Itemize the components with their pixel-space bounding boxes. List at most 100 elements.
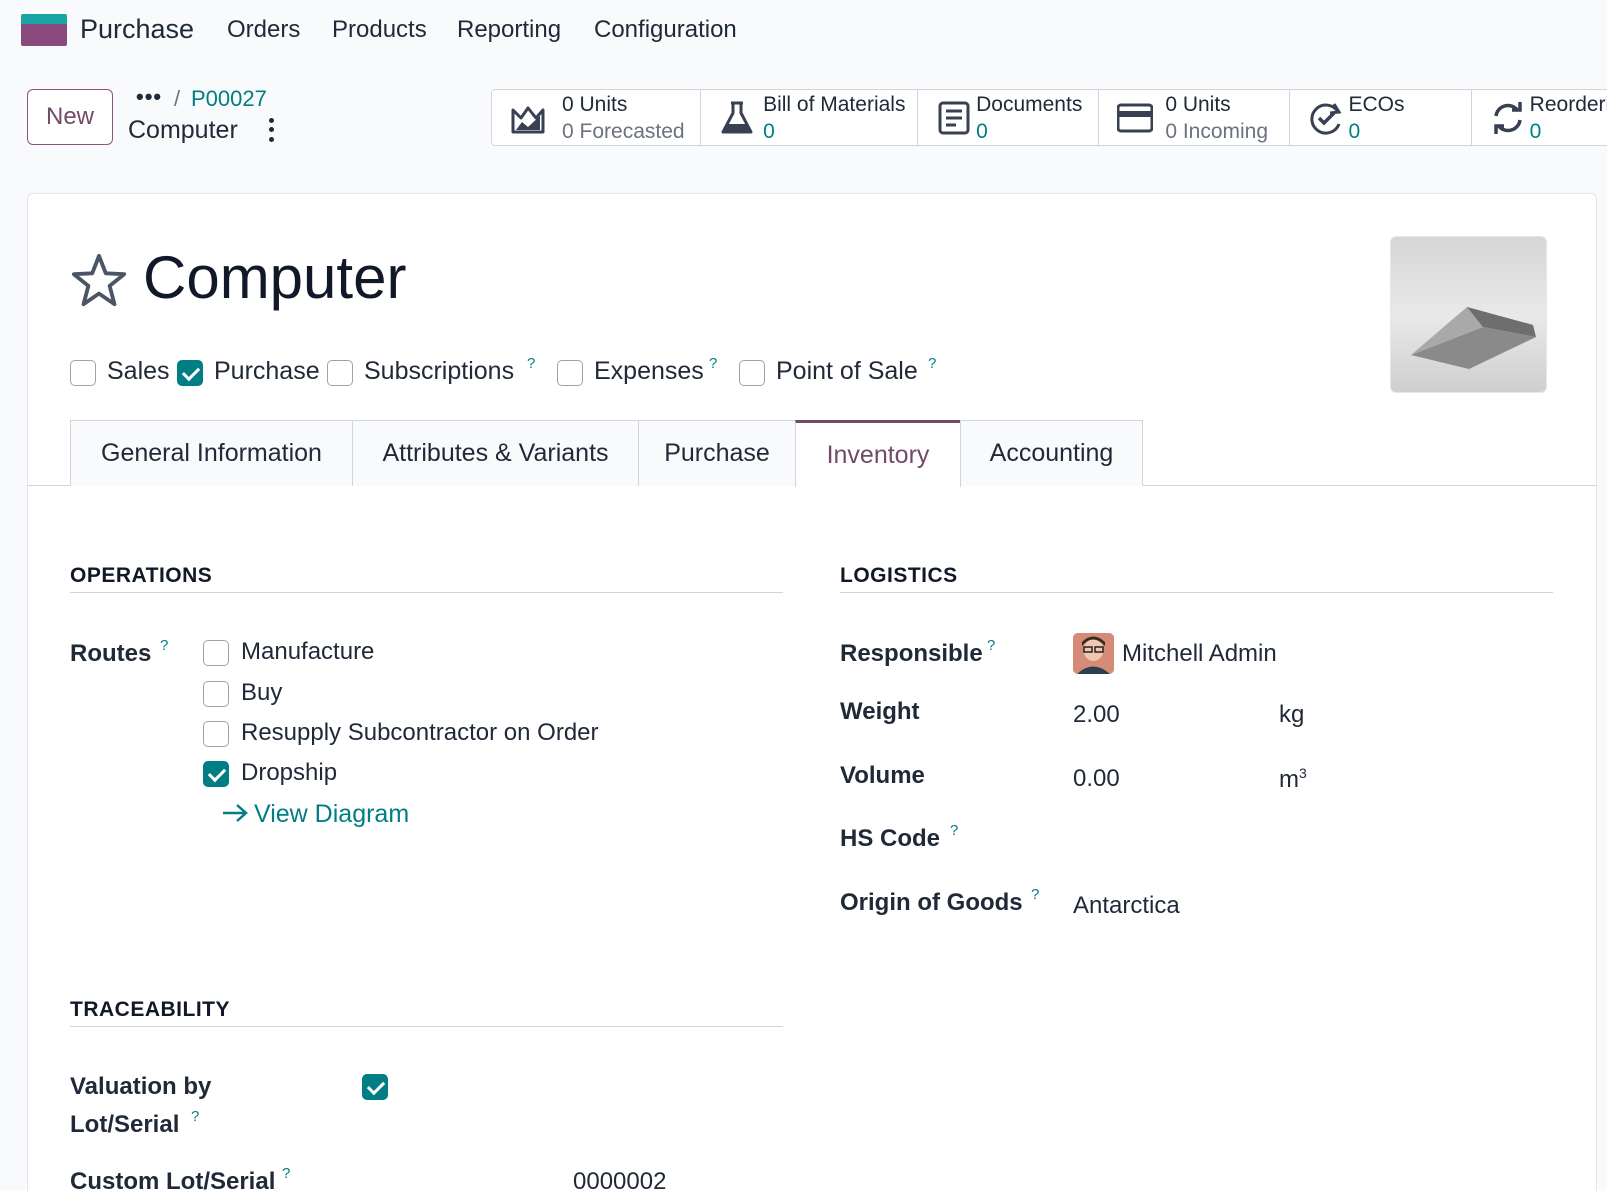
purchase-label: Purchase [214, 357, 320, 385]
responsible-help-icon[interactable]: ? [987, 637, 995, 654]
volume-unit: m3 [1279, 765, 1307, 794]
origin-of-goods-label: Origin of Goods [840, 889, 1023, 916]
tab-purchase[interactable]: Purchase [638, 420, 796, 486]
volume-label: Volume [840, 762, 925, 789]
refresh-icon [1493, 102, 1522, 134]
operations-group-title: OPERATIONS [70, 564, 213, 587]
smart-ecos-line2: 0 [1348, 120, 1361, 143]
tab-general-information[interactable]: General Information [70, 420, 353, 486]
laptop-image-icon [1411, 307, 1536, 369]
routes-label: Routes [70, 640, 152, 667]
smart-incoming-line2: 0 Incoming [1165, 120, 1269, 143]
weight-field[interactable]: 2.00 [1073, 701, 1120, 729]
avatar [1073, 633, 1114, 674]
tab-accounting[interactable]: Accounting [960, 420, 1143, 486]
smart-incoming-line1: 0 Units [1165, 93, 1231, 116]
menu-configuration[interactable]: Configuration [594, 16, 737, 44]
custom-lot-serial-field[interactable]: 0000002 [573, 1168, 666, 1191]
expenses-help-icon[interactable]: ? [709, 355, 717, 372]
smart-ecos-line1: ECOs [1348, 93, 1405, 116]
new-button[interactable]: New [27, 89, 113, 145]
view-diagram-link[interactable]: View Diagram [254, 800, 409, 829]
user-avatar-icon [1073, 633, 1114, 674]
sales-label: Sales [107, 357, 170, 385]
responsible-value[interactable]: Mitchell Admin [1122, 640, 1277, 668]
eco-refresh-check-icon [1310, 103, 1343, 135]
routes-help-icon[interactable]: ? [160, 637, 168, 654]
weight-unit: kg [1279, 701, 1305, 728]
origin-of-goods-field[interactable]: Antarctica [1073, 892, 1180, 920]
smart-bom-line1: Bill of Materials [763, 93, 906, 116]
product-image[interactable] [1390, 236, 1547, 393]
arrow-right-icon [223, 804, 248, 822]
hs-code-help-icon[interactable]: ? [950, 822, 958, 839]
custom-lot-serial-help-icon[interactable]: ? [282, 1165, 290, 1182]
route-resupply-label: Resupply Subcontractor on Order [241, 719, 599, 746]
app-name[interactable]: Purchase [80, 14, 194, 45]
breadcrumb-separator: / [174, 86, 181, 111]
traceability-divider [70, 1026, 783, 1027]
subscriptions-label: Subscriptions [364, 357, 515, 385]
smart-reordering-button[interactable]: Reorderi 0 [1472, 90, 1607, 145]
product-name-field[interactable]: Computer [143, 243, 406, 312]
subscriptions-checkbox[interactable] [327, 360, 353, 386]
route-buy-label: Buy [241, 679, 283, 706]
route-manufacture-checkbox[interactable] [203, 640, 229, 666]
smart-documents-line1: Documents [976, 93, 1083, 116]
kebab-menu-icon[interactable] [266, 116, 276, 144]
smart-documents-line2: 0 [976, 120, 988, 143]
purchase-checkbox[interactable] [177, 360, 203, 386]
point-of-sale-label: Point of Sale [776, 357, 918, 385]
route-dropship-checkbox[interactable] [203, 761, 229, 787]
favorite-star-icon[interactable] [70, 252, 128, 310]
breadcrumb-more[interactable]: ••• [136, 84, 162, 110]
route-dropship-label: Dropship [241, 759, 338, 786]
subscriptions-help-icon[interactable]: ? [527, 355, 535, 372]
valuation-label-line2: Lot/Serial [70, 1111, 180, 1138]
expenses-label: Expenses [594, 357, 704, 385]
document-icon [938, 101, 970, 135]
operations-divider [70, 592, 783, 593]
breadcrumb-current: Computer [128, 116, 238, 144]
logistics-divider [840, 592, 1553, 593]
responsible-label: Responsible [840, 640, 983, 667]
traceability-group-title: TRACEABILITY [70, 998, 230, 1021]
smart-incoming-button[interactable]: 0 Units 0 Incoming [1099, 90, 1291, 145]
menu-orders[interactable]: Orders [227, 16, 300, 44]
smart-reordering-line2: 0 [1529, 120, 1542, 143]
top-navbar: Purchase Orders Products Reporting Confi… [0, 0, 1607, 62]
flask-icon [721, 101, 753, 134]
custom-lot-serial-label: Custom Lot/Serial [70, 1168, 276, 1191]
hs-code-field[interactable] [1073, 822, 1393, 856]
menu-products[interactable]: Products [332, 16, 427, 44]
smart-forecast-line2: 0 Forecasted [562, 120, 685, 143]
origin-of-goods-help-icon[interactable]: ? [1031, 886, 1039, 903]
valuation-help-icon[interactable]: ? [191, 1108, 199, 1125]
smart-forecast-line1: 0 Units [562, 93, 628, 116]
smart-forecast-button[interactable]: 0 Units 0 Forecasted [492, 90, 702, 145]
tab-inventory[interactable]: Inventory [795, 420, 961, 487]
sales-checkbox[interactable] [70, 360, 96, 386]
tab-attributes-variants[interactable]: Attributes & Variants [352, 420, 639, 486]
weight-label: Weight [840, 698, 920, 725]
forecast-chart-icon [511, 106, 545, 134]
point-of-sale-help-icon[interactable]: ? [928, 355, 936, 372]
smart-reordering-line1: Reorderi [1529, 93, 1607, 116]
route-buy-checkbox[interactable] [203, 681, 229, 707]
smart-bom-button[interactable]: Bill of Materials 0 [701, 90, 919, 145]
volume-field[interactable]: 0.00 [1073, 765, 1120, 793]
card-icon [1117, 103, 1154, 133]
menu-reporting[interactable]: Reporting [457, 16, 561, 44]
valuation-label-line1: Valuation by [70, 1073, 212, 1100]
smart-ecos-button[interactable]: ECOs 0 [1290, 90, 1472, 145]
point-of-sale-checkbox[interactable] [739, 360, 765, 386]
volume-unit-exponent: 3 [1299, 765, 1307, 781]
valuation-by-lot-checkbox[interactable] [362, 1074, 388, 1100]
breadcrumb-parent-link[interactable]: P00027 [191, 86, 267, 112]
route-resupply-checkbox[interactable] [203, 721, 229, 747]
app-logo-icon[interactable] [21, 14, 67, 46]
volume-unit-base: m [1279, 766, 1299, 793]
expenses-checkbox[interactable] [557, 360, 583, 386]
smart-documents-button[interactable]: Documents 0 [918, 90, 1100, 145]
smart-buttons-bar: 0 Units 0 Forecasted Bill of Materials 0… [491, 89, 1607, 146]
